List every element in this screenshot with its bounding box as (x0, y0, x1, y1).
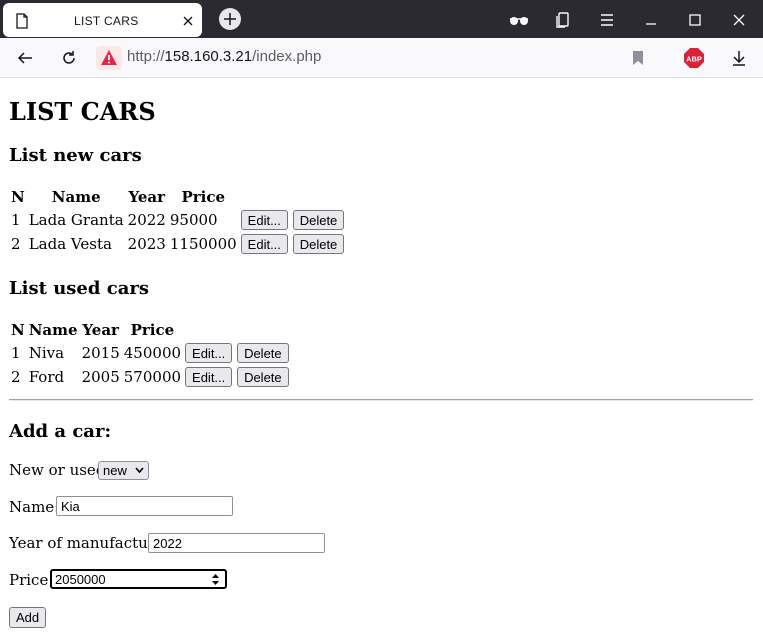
table-header-row: N Name Year Price (10, 320, 290, 340)
type-select[interactable]: new (98, 461, 149, 480)
cell-year: 2005 (81, 368, 120, 386)
page-title: LIST CARS (9, 97, 156, 126)
cell-n: 2 (11, 368, 21, 386)
cell-n: 2 (11, 235, 21, 253)
col-price: Price (181, 188, 226, 206)
name-label: Name: (9, 498, 60, 516)
cell-name: Lada Vesta (28, 235, 112, 253)
reload-icon[interactable] (60, 49, 78, 67)
browser-tab[interactable]: LIST CARS (3, 3, 202, 37)
edit-button[interactable]: Edit... (185, 367, 233, 387)
menu-icon[interactable] (598, 11, 616, 29)
table-row: 1 Niva 2015 450000 Edit... Delete (10, 342, 290, 364)
col-n: N (11, 188, 25, 206)
close-tab-icon[interactable] (181, 14, 195, 28)
year-label: Year of manufacture: (9, 534, 169, 552)
new-cars-table: N Name Year Price 1 Lada Granta 2022 950… (8, 185, 347, 257)
edit-button[interactable]: Edit... (240, 210, 288, 230)
cell-name: Lada Granta (28, 211, 124, 229)
edit-button[interactable]: Edit... (240, 234, 288, 254)
col-n: N (11, 321, 25, 339)
tab-bar: LIST CARS (0, 0, 763, 38)
add-car-heading: Add a car: (9, 421, 112, 442)
col-name: Name (28, 321, 78, 339)
plus-icon (224, 13, 236, 25)
cell-price: 450000 (123, 344, 182, 362)
cell-name: Niva (28, 344, 65, 362)
url-host: 158.160.3.21 (164, 48, 253, 65)
delete-button[interactable]: Delete (292, 234, 345, 254)
divider (9, 399, 753, 401)
insecure-warning-icon[interactable] (96, 46, 122, 70)
new-tab-button[interactable] (219, 8, 241, 30)
number-spinner-icon[interactable] (211, 573, 220, 586)
price-field[interactable]: 2050000 (50, 569, 227, 589)
nav-bar: http://158.160.3.21/index.php ABP (0, 38, 763, 78)
minimize-icon[interactable] (642, 11, 660, 29)
cell-name: Ford (28, 368, 65, 386)
cell-n: 1 (11, 211, 21, 229)
table-row: 2 Lada Vesta 2023 1150000 Edit... Delete (10, 233, 345, 255)
type-label: New or used: (9, 461, 111, 479)
name-field[interactable] (56, 496, 233, 516)
tab-title: LIST CARS (74, 14, 139, 28)
delete-button[interactable]: Delete (237, 367, 289, 387)
cell-price: 95000 (169, 211, 218, 229)
cell-price: 1150000 (169, 235, 237, 253)
delete-button[interactable]: Delete (237, 343, 289, 363)
col-price: Price (130, 321, 175, 339)
maximize-icon[interactable] (686, 11, 704, 29)
cell-n: 1 (11, 344, 21, 362)
table-header-row: N Name Year Price (10, 187, 345, 207)
type-select-value: new (103, 463, 127, 478)
cell-price: 570000 (123, 368, 182, 386)
table-row: 2 Ford 2005 570000 Edit... Delete (10, 366, 290, 388)
used-cars-heading: List used cars (9, 278, 149, 299)
url-scheme: http:// (127, 48, 165, 65)
cell-year: 2015 (81, 344, 120, 362)
col-year: Year (82, 321, 119, 339)
used-cars-table: N Name Year Price 1 Niva 2015 450000 Edi… (8, 318, 292, 390)
download-icon[interactable] (730, 49, 748, 67)
col-name: Name (51, 188, 101, 206)
table-row: 1 Lada Granta 2022 95000 Edit... Delete (10, 209, 345, 231)
add-button[interactable]: Add (9, 607, 47, 628)
price-label: Price: (9, 571, 54, 589)
edit-button[interactable]: Edit... (185, 343, 233, 363)
price-value: 2050000 (55, 572, 106, 587)
back-arrow-icon[interactable] (16, 49, 34, 67)
url-bar[interactable]: http://158.160.3.21/index.php (127, 48, 321, 65)
private-mask-icon[interactable] (508, 11, 530, 29)
bookmark-icon[interactable] (629, 49, 647, 67)
page-icon (16, 13, 28, 29)
cell-year: 2023 (127, 235, 166, 253)
url-path: /index.php (252, 48, 322, 65)
cell-year: 2022 (127, 211, 166, 229)
page-content: LIST CARS List new cars N Name Year Pric… (0, 78, 763, 643)
delete-button[interactable]: Delete (292, 210, 345, 230)
tab-list-icon[interactable] (554, 11, 572, 29)
chevron-down-icon (135, 467, 144, 474)
col-year: Year (128, 188, 166, 206)
svg-text:ABP: ABP (686, 55, 702, 64)
adblock-plus-icon[interactable]: ABP (683, 47, 705, 69)
close-window-icon[interactable] (730, 11, 748, 29)
year-field[interactable] (148, 533, 325, 553)
new-cars-heading: List new cars (9, 145, 142, 166)
